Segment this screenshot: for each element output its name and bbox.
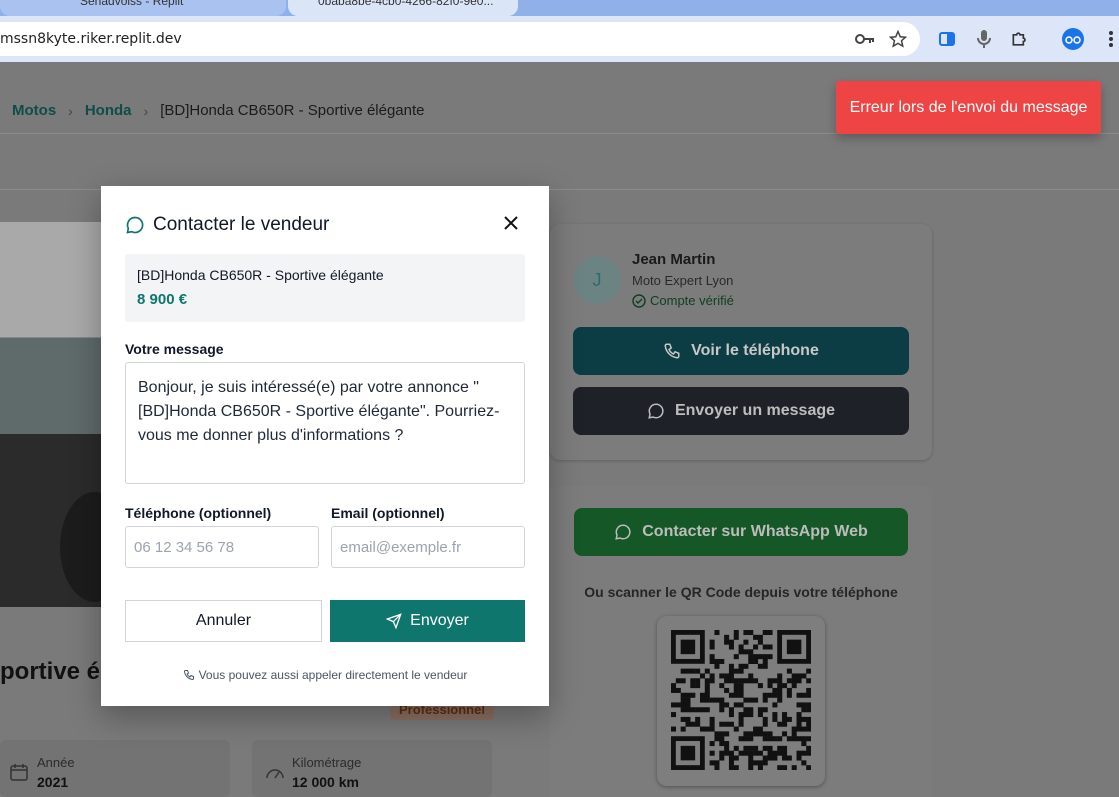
- password-key-icon[interactable]: [854, 28, 876, 50]
- send-button[interactable]: Envoyer: [330, 600, 525, 642]
- profile-avatar-icon[interactable]: [1062, 28, 1084, 50]
- whatsapp-button[interactable]: Contacter sur WhatsApp Web: [574, 508, 908, 556]
- seller-shop: Moto Expert Lyon: [632, 273, 734, 288]
- close-icon[interactable]: [501, 213, 521, 233]
- sidebar-icon[interactable]: [936, 28, 958, 50]
- extensions-puzzle-icon[interactable]: [1009, 28, 1031, 50]
- email-input[interactable]: [331, 526, 525, 568]
- message-bubble-icon: [126, 216, 144, 234]
- call-hint: Vous pouvez aussi appeler directement le…: [101, 668, 549, 682]
- whatsapp-icon: [615, 524, 631, 540]
- whatsapp-card: Contacter sur WhatsApp Web Ou scanner le…: [550, 486, 932, 797]
- stat-year: Année 2021: [10, 755, 75, 790]
- check-circle-icon: [632, 293, 646, 308]
- qr-label: Ou scanner le QR Code depuis votre télép…: [584, 584, 898, 600]
- seller-name: Jean Martin: [632, 251, 716, 268]
- address-bar[interactable]: mssn8kyte.riker.replit.dev: [0, 22, 920, 56]
- listing-summary-price: 8 900 €: [137, 291, 188, 308]
- subheader-band: [0, 134, 1119, 190]
- show-phone-label: Voir le téléphone: [691, 342, 819, 359]
- stat-mileage: Kilométrage 12 000 km: [265, 755, 361, 790]
- listing-photo[interactable]: [0, 222, 130, 607]
- gauge-icon: [266, 769, 284, 779]
- modal-header: Contacter le vendeur: [125, 214, 329, 236]
- seller-verified: Compte vérifié: [632, 293, 734, 308]
- contact-seller-modal: Contacter le vendeur [BD]Honda CB650R - …: [101, 186, 549, 706]
- verified-label: Compte vérifié: [650, 293, 734, 308]
- message-bubble-icon: [648, 403, 664, 419]
- calendar-icon: [10, 764, 28, 781]
- stat-value: 12 000 km: [292, 774, 359, 790]
- tab-label: 0baba8be-4cb0-4266-82f0-9e0...: [318, 0, 494, 8]
- seller-avatar: J: [573, 256, 621, 304]
- listing-summary-title: [BD]Honda CB650R - Sportive élégante: [137, 267, 384, 283]
- message-textarea[interactable]: [125, 362, 525, 484]
- email-label: Email (optionnel): [331, 505, 445, 521]
- listing-summary: [BD]Honda CB650R - Sportive élégante 8 9…: [125, 254, 525, 322]
- send-message-label: Envoyer un message: [674, 402, 836, 419]
- microphone-icon[interactable]: [973, 28, 995, 50]
- cancel-button[interactable]: Annuler: [125, 600, 322, 642]
- breadcrumb-link-motos[interactable]: Motos: [12, 102, 56, 119]
- send-message-button[interactable]: Envoyer un message: [573, 387, 909, 435]
- phone-label: Téléphone (optionnel): [125, 505, 272, 521]
- browser-toolbar: mssn8kyte.riker.replit.dev: [0, 16, 1119, 62]
- modal-title: Contacter le vendeur: [153, 214, 330, 235]
- call-hint-text: Vous pouvez aussi appeler directement le…: [198, 668, 468, 682]
- chevron-right-icon: ›: [68, 102, 73, 119]
- seller-card: J Jean Martin Moto Expert Lyon Compte vé…: [550, 224, 932, 460]
- qr-code[interactable]: [657, 616, 825, 786]
- breadcrumb-current: [BD]Honda CB650R - Sportive élégante: [160, 102, 425, 119]
- stat-label: Année: [37, 755, 75, 770]
- url-text: mssn8kyte.riker.replit.dev: [0, 31, 182, 47]
- tab-label: Senadvoiss - Replit: [80, 0, 184, 8]
- whatsapp-label: Contacter sur WhatsApp Web: [642, 523, 868, 540]
- qr-code-image: [671, 630, 811, 770]
- phone-input[interactable]: [125, 526, 319, 568]
- show-phone-button[interactable]: Voir le téléphone: [573, 327, 909, 375]
- error-toast: Erreur lors de l'envoi du message: [836, 81, 1101, 134]
- send-label: Envoyer: [410, 612, 469, 629]
- stat-label: Kilométrage: [292, 755, 362, 770]
- bookmark-star-icon[interactable]: [887, 28, 909, 50]
- phone-icon: [664, 343, 680, 359]
- browser-menu-icon[interactable]: [1100, 28, 1119, 50]
- browser-tab-active[interactable]: 0baba8be-4cb0-4266-82f0-9e0...: [288, 0, 518, 16]
- browser-tab[interactable]: Senadvoiss - Replit: [0, 0, 286, 16]
- message-label: Votre message: [125, 341, 224, 357]
- send-icon: [386, 613, 402, 629]
- breadcrumb-link-honda[interactable]: Honda: [85, 102, 132, 119]
- listing-title-fragment: portive él: [0, 658, 107, 685]
- chevron-right-icon: ›: [143, 102, 149, 119]
- browser-tab-strip: Senadvoiss - Replit 0baba8be-4cb0-4266-8…: [0, 0, 1119, 16]
- stat-value: 2021: [37, 774, 69, 790]
- phone-icon: [183, 670, 194, 681]
